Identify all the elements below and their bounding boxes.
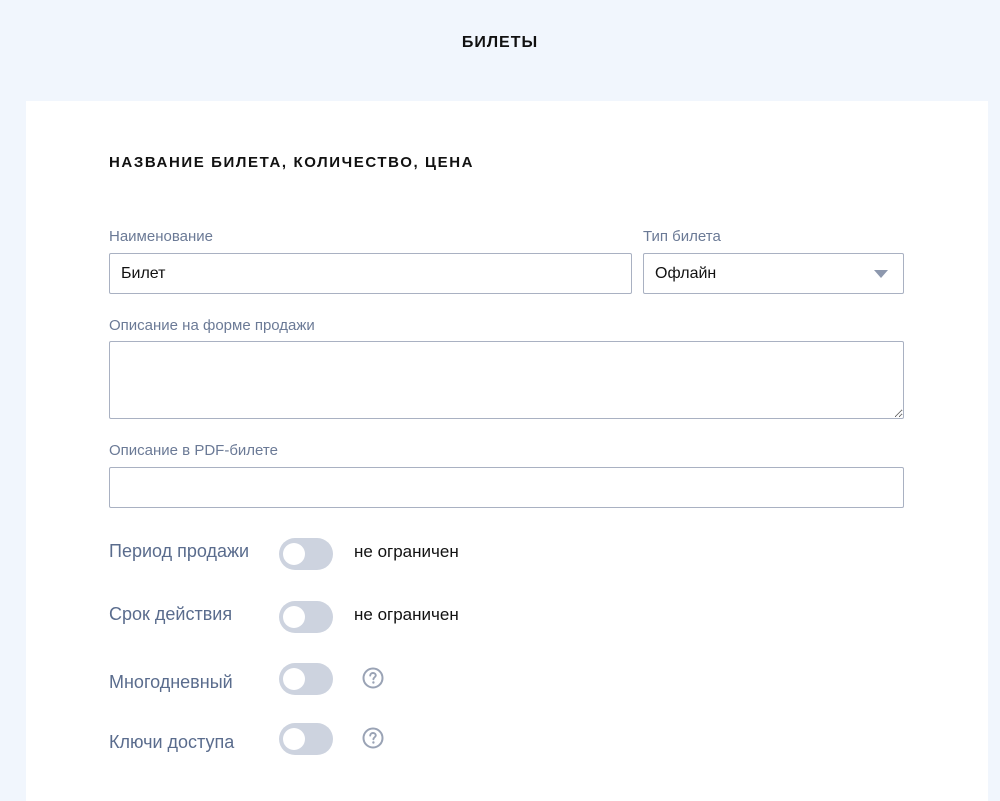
toggle-knob [283, 543, 305, 565]
section-title: НАЗВАНИЕ БИЛЕТА, КОЛИЧЕСТВО, ЦЕНА [109, 154, 475, 171]
validity-value: не ограничен [354, 605, 459, 624]
page-title: БИЛЕТЫ [461, 34, 539, 51]
toggle-knob [283, 606, 305, 628]
sale-period-toggle[interactable] [279, 538, 333, 570]
multiday-label: Многодневный [109, 672, 233, 692]
sale-description-label: Описание на форме продажи [109, 317, 315, 334]
name-label: Наименование [109, 228, 213, 245]
ticket-type-label: Тип билета [643, 228, 721, 245]
ticket-type-select[interactable]: Офлайн [643, 253, 904, 294]
access-keys-toggle[interactable] [279, 723, 333, 755]
toggle-knob [283, 668, 305, 690]
chevron-down-icon [874, 270, 888, 278]
toggle-knob [283, 728, 305, 750]
pdf-description-label: Описание в PDF-билете [109, 442, 278, 459]
sale-period-value: не ограничен [354, 542, 459, 561]
sale-period-label: Период продажи [109, 541, 250, 561]
ticket-settings-card: НАЗВАНИЕ БИЛЕТА, КОЛИЧЕСТВО, ЦЕНА Наимен… [26, 101, 988, 801]
access-keys-label: Ключи доступа [109, 732, 235, 752]
validity-label: Срок действия [109, 604, 233, 624]
sale-description-textarea[interactable] [109, 341, 904, 419]
help-icon[interactable] [362, 667, 384, 689]
name-input[interactable] [109, 253, 632, 294]
multiday-toggle[interactable] [279, 663, 333, 695]
ticket-type-value: Офлайн [655, 265, 717, 282]
validity-toggle[interactable] [279, 601, 333, 633]
help-icon[interactable] [362, 727, 384, 749]
pdf-description-input[interactable] [109, 467, 904, 508]
